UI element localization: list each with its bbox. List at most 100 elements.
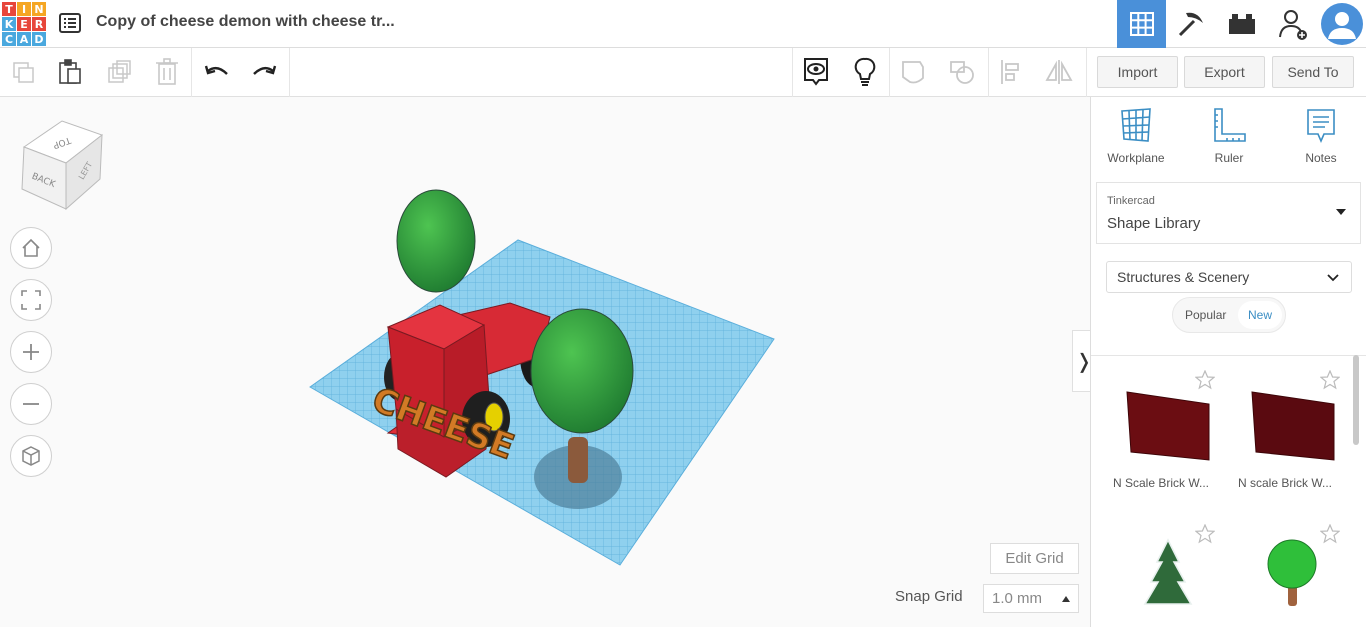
brick-wall-shape bbox=[1251, 391, 1335, 461]
logo-letter: E bbox=[17, 17, 31, 31]
tab-new[interactable]: New bbox=[1238, 301, 1282, 329]
paste-button[interactable] bbox=[55, 56, 85, 88]
ruler-icon bbox=[1214, 108, 1246, 142]
invite-user-button[interactable] bbox=[1268, 0, 1317, 48]
library-provider: Tinkercad bbox=[1107, 195, 1155, 207]
library-name: Shape Library bbox=[1107, 215, 1201, 232]
mirror-icon bbox=[1045, 60, 1073, 84]
chevron-down-icon bbox=[1327, 274, 1339, 282]
redo-button[interactable] bbox=[249, 56, 279, 88]
group-button[interactable] bbox=[899, 56, 929, 88]
shape-card[interactable] bbox=[1103, 516, 1225, 627]
toolbar-divider bbox=[1086, 48, 1087, 97]
send-to-button[interactable]: Send To bbox=[1272, 56, 1354, 88]
edit-grid-button[interactable]: Edit Grid bbox=[990, 543, 1079, 574]
bricks-icon bbox=[1228, 14, 1255, 34]
avatar[interactable] bbox=[1317, 0, 1366, 48]
home-icon bbox=[22, 238, 40, 257]
back-tree-foliage bbox=[396, 189, 476, 293]
toolbar-divider bbox=[191, 48, 192, 97]
logo-letter: T bbox=[2, 2, 16, 16]
snap-grid-value: 1.0 mm bbox=[992, 590, 1043, 607]
front-tree-trunk bbox=[568, 437, 588, 483]
document-title[interactable]: Copy of cheese demon with cheese tr... bbox=[96, 13, 395, 31]
category-select[interactable]: Structures & Scenery bbox=[1106, 261, 1352, 293]
build-blocks-button[interactable] bbox=[1166, 0, 1215, 48]
workplane-icon bbox=[1121, 108, 1151, 142]
workplane-tool[interactable]: Workplane bbox=[1096, 107, 1176, 165]
ungroup-button[interactable] bbox=[947, 56, 977, 88]
notes-icon bbox=[1307, 109, 1335, 144]
brick-wall-shape bbox=[1126, 391, 1210, 461]
zoom-in-button[interactable] bbox=[10, 331, 52, 373]
workplane-tool-label: Workplane bbox=[1107, 151, 1165, 165]
ruler-tool[interactable]: Ruler bbox=[1189, 107, 1269, 165]
shape-label: N Scale Brick W... bbox=[1113, 476, 1210, 490]
snap-grid-select[interactable]: 1.0 mm bbox=[983, 584, 1079, 613]
snowy-pine-tree-shape bbox=[1143, 538, 1193, 605]
shape-card[interactable]: N Scale Brick W... bbox=[1103, 362, 1225, 502]
logo-letter: D bbox=[32, 32, 46, 46]
bricks-button[interactable] bbox=[1217, 0, 1266, 48]
grid-view-button[interactable] bbox=[1117, 0, 1166, 48]
star-icon[interactable] bbox=[1320, 370, 1340, 390]
add-user-icon bbox=[1278, 10, 1307, 40]
caret-up-icon bbox=[1062, 596, 1070, 602]
home-view-button[interactable] bbox=[10, 227, 52, 269]
ruler-tool-label: Ruler bbox=[1214, 151, 1244, 165]
shape-card[interactable] bbox=[1228, 516, 1350, 627]
mirror-button[interactable] bbox=[1044, 56, 1074, 88]
collapse-panel-button[interactable]: ❭ bbox=[1072, 330, 1090, 392]
shape-list-scrollbar[interactable] bbox=[1353, 355, 1359, 445]
logo-letter: I bbox=[17, 2, 31, 16]
eye-bubble-icon bbox=[804, 58, 828, 86]
star-icon[interactable] bbox=[1320, 524, 1340, 544]
logo-letter: N bbox=[32, 2, 46, 16]
toolbar-divider bbox=[289, 48, 290, 97]
category-value: Structures & Scenery bbox=[1117, 269, 1250, 285]
delete-button[interactable] bbox=[152, 56, 182, 88]
fit-view-icon bbox=[21, 290, 41, 310]
tab-popular[interactable]: Popular bbox=[1185, 308, 1226, 322]
star-icon[interactable] bbox=[1195, 524, 1215, 544]
snap-grid-label: Snap Grid bbox=[895, 588, 963, 605]
perspective-button[interactable] bbox=[10, 435, 52, 477]
shape-library-selector[interactable]: Tinkercad Shape Library bbox=[1096, 182, 1361, 244]
ungroup-icon bbox=[950, 61, 974, 84]
toolbar-divider bbox=[988, 48, 989, 97]
export-button[interactable]: Export bbox=[1184, 56, 1265, 88]
popular-new-toggle: Popular New bbox=[1172, 297, 1286, 333]
align-button[interactable] bbox=[996, 56, 1026, 88]
3d-scene[interactable]: CHEESE bbox=[300, 187, 790, 577]
shape-label: N scale Brick W... bbox=[1238, 476, 1333, 490]
zoom-out-button[interactable] bbox=[10, 383, 52, 425]
notes-tool[interactable]: Notes bbox=[1281, 107, 1361, 165]
right-panel: Workplane Ruler Notes Tinkercad Shape Li… bbox=[1090, 97, 1366, 627]
top-bar: T I N K E R C A D Copy of cheese demon w… bbox=[0, 0, 1366, 48]
show-all-button[interactable] bbox=[801, 56, 831, 88]
view-cube[interactable]: TOP BACK LEFT bbox=[18, 117, 108, 212]
toolbar-divider bbox=[792, 48, 793, 97]
front-tree-foliage bbox=[530, 308, 634, 434]
tinkercad-logo[interactable]: T I N K E R C A D bbox=[2, 2, 46, 46]
copy-button[interactable] bbox=[8, 56, 38, 88]
notes-tool-label: Notes bbox=[1305, 151, 1337, 165]
hint-button[interactable] bbox=[850, 56, 880, 88]
redo-icon bbox=[253, 65, 277, 75]
cube-icon bbox=[22, 446, 40, 466]
fit-view-button[interactable] bbox=[10, 279, 52, 321]
design-menu-icon[interactable] bbox=[59, 12, 81, 34]
logo-letter: C bbox=[2, 32, 16, 46]
workplane-viewport[interactable]: TOP BACK LEFT CHEESE Edit Grid Snap Grid… bbox=[0, 97, 1090, 627]
shape-card[interactable]: N scale Brick W... bbox=[1228, 362, 1350, 502]
import-button[interactable]: Import bbox=[1097, 56, 1178, 88]
star-icon[interactable] bbox=[1195, 370, 1215, 390]
duplicate-button[interactable] bbox=[104, 56, 134, 88]
lightbulb-icon bbox=[854, 57, 876, 86]
logo-letter: A bbox=[17, 32, 31, 46]
caret-down-icon bbox=[1336, 209, 1346, 215]
undo-button[interactable] bbox=[202, 56, 232, 88]
round-tree-shape bbox=[1267, 539, 1317, 606]
copy-icon bbox=[13, 62, 34, 83]
group-icon bbox=[902, 61, 924, 84]
